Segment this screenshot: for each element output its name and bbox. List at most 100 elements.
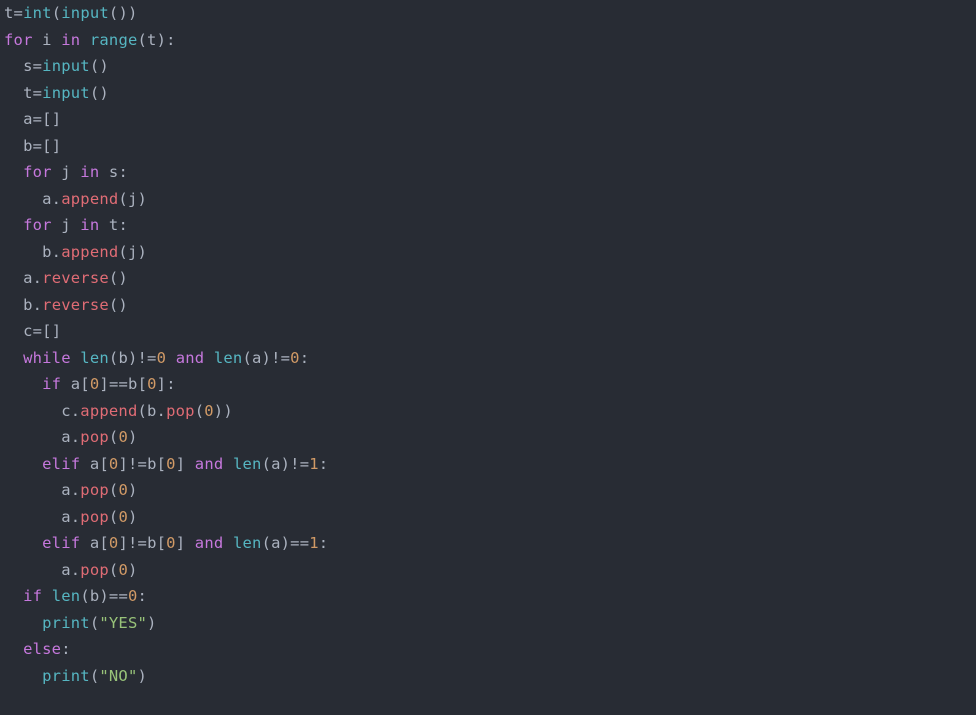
code-token-num: 0 xyxy=(166,455,176,473)
code-token-punc: )) xyxy=(214,402,233,420)
code-token-punc: (j) xyxy=(118,243,147,261)
code-token-punc: [ xyxy=(157,534,167,552)
code-token-punc: [] xyxy=(42,137,61,155)
code-token-punc: ) xyxy=(138,667,148,685)
code-token-punc: [ xyxy=(99,455,109,473)
code-token-punc: ( xyxy=(90,667,100,685)
code-line: if a[0]==b[0]: xyxy=(4,375,176,393)
code-token-punc: ] xyxy=(99,375,109,393)
code-line: t=input() xyxy=(4,84,109,102)
code-line: b.append(j) xyxy=(4,243,147,261)
code-token-var xyxy=(80,31,90,49)
code-line: a.reverse() xyxy=(4,269,128,287)
code-token-punc: . xyxy=(33,296,43,314)
code-line: print("NO") xyxy=(4,667,147,685)
code-line: while len(b)!=0 and len(a)!=0: xyxy=(4,349,309,367)
code-token-method: append xyxy=(61,243,118,261)
code-editor[interactable]: t=int(input()) for i in range(t): s=inpu… xyxy=(0,0,976,689)
code-token-op: = xyxy=(33,322,43,340)
code-token-var xyxy=(71,349,81,367)
code-token-punc: . xyxy=(52,243,62,261)
code-token-func: input xyxy=(42,84,90,102)
code-token-punc: ( xyxy=(195,402,205,420)
code-token-punc: [ xyxy=(138,375,148,393)
code-token-var: j xyxy=(52,216,81,234)
code-line: a=[] xyxy=(4,110,61,128)
code-token-num: 0 xyxy=(118,428,128,446)
code-token-punc: : xyxy=(138,587,148,605)
code-token-num: 0 xyxy=(128,587,138,605)
code-token-punc: : xyxy=(118,163,128,181)
code-token-var: b xyxy=(147,455,157,473)
code-token-func: print xyxy=(42,667,90,685)
code-token-var: b xyxy=(128,375,138,393)
code-token-method: pop xyxy=(80,428,109,446)
code-line: else: xyxy=(4,640,71,658)
code-line: a.pop(0) xyxy=(4,428,138,446)
code-token-method: reverse xyxy=(42,269,109,287)
code-token-var xyxy=(4,534,42,552)
code-token-punc: ( xyxy=(52,4,62,22)
code-token-punc: (t): xyxy=(138,31,176,49)
code-token-var: t xyxy=(4,4,14,22)
code-token-punc: () xyxy=(90,57,109,75)
code-token-num: 0 xyxy=(166,534,176,552)
code-token-func: len xyxy=(52,587,81,605)
code-token-punc: . xyxy=(71,481,81,499)
code-line: t=int(input()) xyxy=(4,4,138,22)
code-token-punc: ( xyxy=(90,614,100,632)
code-token-punc: . xyxy=(71,402,81,420)
code-token-punc: ] xyxy=(118,455,128,473)
code-token-var xyxy=(4,349,23,367)
code-token-var: a xyxy=(4,190,52,208)
code-token-punc: (a) xyxy=(262,534,291,552)
code-token-punc: . xyxy=(71,508,81,526)
code-token-var xyxy=(166,349,176,367)
code-token-var: b xyxy=(147,534,157,552)
code-token-kw: and xyxy=(195,455,224,473)
code-token-var: t xyxy=(99,216,118,234)
code-token-func: len xyxy=(214,349,243,367)
code-token-kw: in xyxy=(61,31,80,49)
code-token-punc: : xyxy=(319,534,329,552)
code-token-var xyxy=(4,614,42,632)
code-token-var: a xyxy=(4,561,71,579)
code-token-kw: elif xyxy=(42,534,80,552)
code-token-var: c xyxy=(4,402,71,420)
code-token-var: c xyxy=(4,322,33,340)
code-token-op: != xyxy=(128,534,147,552)
code-token-var: j xyxy=(52,163,81,181)
code-token-punc: (a) xyxy=(262,455,291,473)
code-token-punc: (a) xyxy=(242,349,271,367)
code-token-method: append xyxy=(61,190,118,208)
code-token-var: s xyxy=(4,57,33,75)
code-token-punc: [] xyxy=(42,322,61,340)
code-line: for i in range(t): xyxy=(4,31,176,49)
code-token-var xyxy=(4,375,42,393)
code-token-op: != xyxy=(290,455,309,473)
code-token-var: a xyxy=(80,455,99,473)
code-token-punc: () xyxy=(109,269,128,287)
code-line: print("YES") xyxy=(4,614,157,632)
code-token-punc: ]: xyxy=(157,375,176,393)
code-token-func: print xyxy=(42,614,90,632)
code-token-kw: if xyxy=(23,587,42,605)
code-token-func: len xyxy=(233,455,262,473)
code-token-method: pop xyxy=(80,508,109,526)
code-token-op: != xyxy=(271,349,290,367)
code-token-var: i xyxy=(33,31,62,49)
code-token-num: 0 xyxy=(290,349,300,367)
code-token-kw: elif xyxy=(42,455,80,473)
code-line: b=[] xyxy=(4,137,61,155)
code-token-punc: [ xyxy=(157,455,167,473)
code-token-punc: . xyxy=(52,190,62,208)
code-token-punc: ) xyxy=(128,481,138,499)
code-token-num: 0 xyxy=(118,561,128,579)
code-token-punc: ( xyxy=(109,428,119,446)
code-token-var: t xyxy=(4,84,33,102)
code-line: a.append(j) xyxy=(4,190,147,208)
code-line: elif a[0]!=b[0] and len(a)!=1: xyxy=(4,455,328,473)
code-token-func: input xyxy=(42,57,90,75)
code-line: a.pop(0) xyxy=(4,508,138,526)
code-token-punc: : xyxy=(118,216,128,234)
